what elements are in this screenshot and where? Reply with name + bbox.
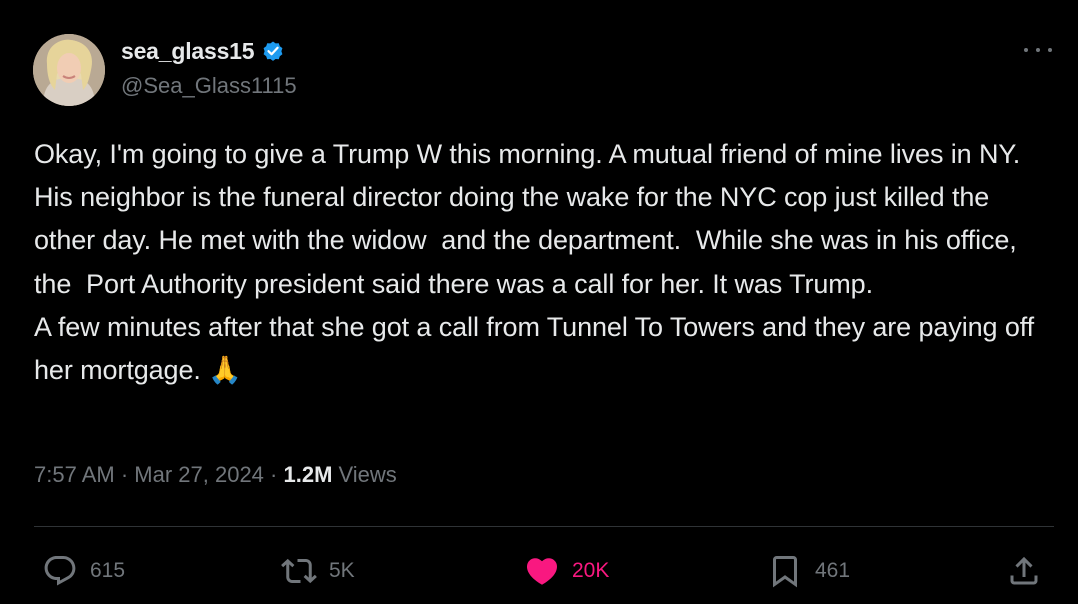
- tweet-time[interactable]: 7:57 AM: [34, 462, 115, 488]
- display-name-row[interactable]: sea_glass15: [121, 36, 285, 66]
- reply-button[interactable]: 615: [42, 552, 125, 590]
- views-label: Views: [332, 462, 397, 487]
- share-icon: [1006, 553, 1042, 589]
- bookmark-button[interactable]: 461: [767, 552, 850, 590]
- like-button[interactable]: 20K: [524, 552, 609, 590]
- tweet-date[interactable]: Mar 27, 2024: [134, 462, 264, 488]
- like-count: 20K: [572, 559, 610, 582]
- retweet-button[interactable]: 5K: [281, 552, 355, 590]
- views-count[interactable]: 1.2M: [283, 462, 332, 488]
- retweet-icon: [281, 553, 317, 589]
- tweet-meta: 7:57 AM · Mar 27, 2024 · 1.2M Views: [34, 462, 397, 488]
- more-options-icon[interactable]: [1024, 40, 1052, 60]
- tweet-card: sea_glass15 @Sea_Glass1115 Okay, I'm goi…: [0, 0, 1078, 604]
- reply-icon: [42, 553, 78, 589]
- meta-separator: ·: [263, 462, 284, 487]
- bookmark-icon: [767, 553, 803, 589]
- reply-count: 615: [90, 559, 126, 582]
- verified-badge-icon: [261, 39, 285, 63]
- tweet-text: Okay, I'm going to give a Trump W this m…: [34, 139, 1035, 386]
- share-button[interactable]: [1006, 552, 1042, 590]
- bookmark-count: 461: [815, 559, 851, 582]
- heart-icon: [524, 553, 560, 589]
- avatar[interactable]: [33, 34, 105, 106]
- meta-separator: ·: [114, 462, 135, 487]
- retweet-count: 5K: [329, 559, 355, 582]
- divider: [34, 526, 1054, 527]
- author-handle[interactable]: @Sea_Glass1115: [121, 73, 297, 99]
- display-name[interactable]: sea_glass15: [121, 38, 255, 65]
